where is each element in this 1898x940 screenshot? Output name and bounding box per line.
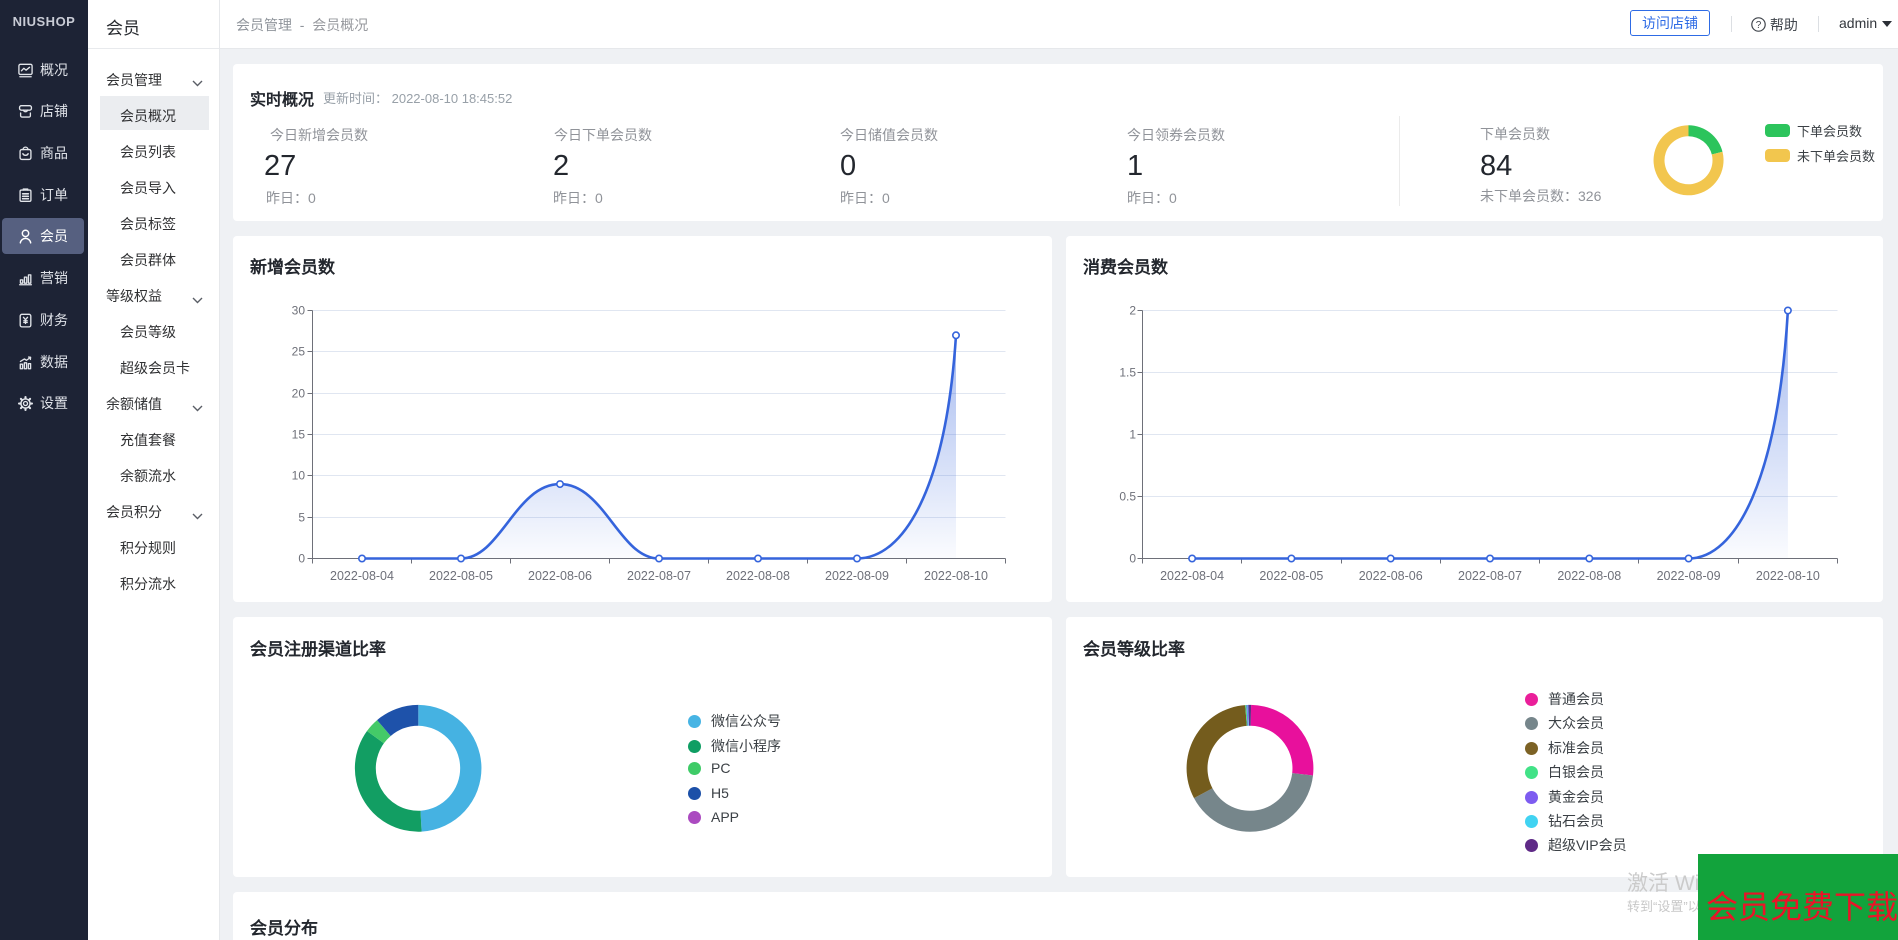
svg-text:?: ?	[1756, 20, 1762, 31]
